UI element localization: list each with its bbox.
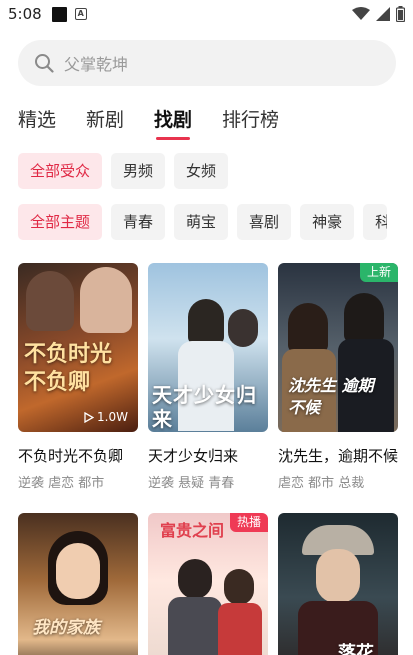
chip-youth[interactable]: 青春 — [111, 204, 166, 240]
drama-poster[interactable]: 天才少女归来 — [148, 263, 268, 432]
poster-title: 落花 — [338, 643, 374, 655]
drama-card[interactable]: 富贵之间 热播 — [148, 513, 268, 655]
play-icon — [84, 411, 95, 423]
font-app-icon: A — [74, 8, 87, 20]
poster-title: 天才少女归来 — [152, 383, 257, 431]
battery-icon — [396, 6, 405, 22]
drama-tags: 逆袭 悬疑 青春 — [148, 476, 235, 491]
tab-find-drama[interactable]: 找剧 — [154, 104, 192, 140]
search-placeholder: 父掌乾坤 — [64, 55, 129, 74]
chip-male[interactable]: 男频 — [111, 153, 166, 189]
tab-ranking[interactable]: 排行榜 — [222, 104, 279, 140]
drama-card[interactable]: 不负时光 不负卿 1.0W 不负时光不负卿 逆袭 虐恋 都市 — [18, 263, 138, 491]
hot-badge: 热播 — [229, 513, 268, 532]
tab-new-drama[interactable]: 新剧 — [86, 104, 124, 140]
drama-title: 不负时光不负卿 — [18, 447, 124, 465]
drama-card[interactable]: 上新 沈先生 逾期不候 沈先生，逾期不候 虐恋 都市 总裁 — [278, 263, 398, 491]
status-time: 5:08 — [8, 5, 42, 23]
drama-card[interactable]: 我的家族 — [18, 513, 138, 655]
chip-comedy[interactable]: 喜剧 — [237, 204, 292, 240]
new-badge: 上新 — [359, 263, 398, 282]
drama-title: 沈先生，逾期不候 — [278, 447, 398, 465]
drama-poster[interactable]: 上新 沈先生 逾期不候 — [278, 263, 398, 432]
chip-female[interactable]: 女频 — [174, 153, 229, 189]
audience-filter: 全部受众 男频 女频 — [18, 153, 229, 189]
search-bar[interactable]: 父掌乾坤 — [18, 40, 396, 86]
theme-filter: 全部主题 青春 萌宝 喜剧 神豪 科 — [18, 204, 388, 240]
wifi-icon — [352, 7, 370, 20]
drama-title: 天才少女归来 — [148, 447, 239, 465]
chip-scifi[interactable]: 科 — [363, 204, 388, 240]
drama-tags: 逆袭 虐恋 都市 — [18, 476, 105, 491]
chip-cute-baby[interactable]: 萌宝 — [174, 204, 229, 240]
poster-title: 富贵之间 — [160, 521, 225, 540]
tab-featured[interactable]: 精选 — [18, 104, 56, 140]
poster-title: 沈先生 逾期不候 — [288, 376, 374, 417]
drama-poster[interactable]: 不负时光 不负卿 1.0W — [18, 263, 138, 432]
chip-tycoon[interactable]: 神豪 — [300, 204, 355, 240]
drama-poster[interactable]: 富贵之间 热播 — [148, 513, 268, 655]
poster-title: 不负时光 不负卿 — [24, 342, 113, 395]
chip-all-themes[interactable]: 全部主题 — [18, 204, 103, 240]
play-count-value: 1.0W — [97, 410, 128, 424]
search-icon — [35, 54, 54, 73]
poster-title: 我的家族 — [32, 618, 100, 638]
signal-icon — [376, 7, 390, 21]
drama-poster[interactable]: 落花 — [278, 513, 398, 655]
play-count: 1.0W — [84, 410, 128, 424]
status-bar: 5:08 A — [0, 0, 413, 28]
drama-poster[interactable]: 我的家族 — [18, 513, 138, 655]
notification-icon — [51, 6, 67, 22]
drama-card[interactable]: 落花 — [278, 513, 398, 655]
top-tabs: 精选 新剧 找剧 排行榜 — [18, 104, 309, 140]
drama-tags: 虐恋 都市 总裁 — [278, 476, 365, 491]
chip-all-audience[interactable]: 全部受众 — [18, 153, 103, 189]
drama-card[interactable]: 天才少女归来 天才少女归来 逆袭 悬疑 青春 — [148, 263, 268, 491]
